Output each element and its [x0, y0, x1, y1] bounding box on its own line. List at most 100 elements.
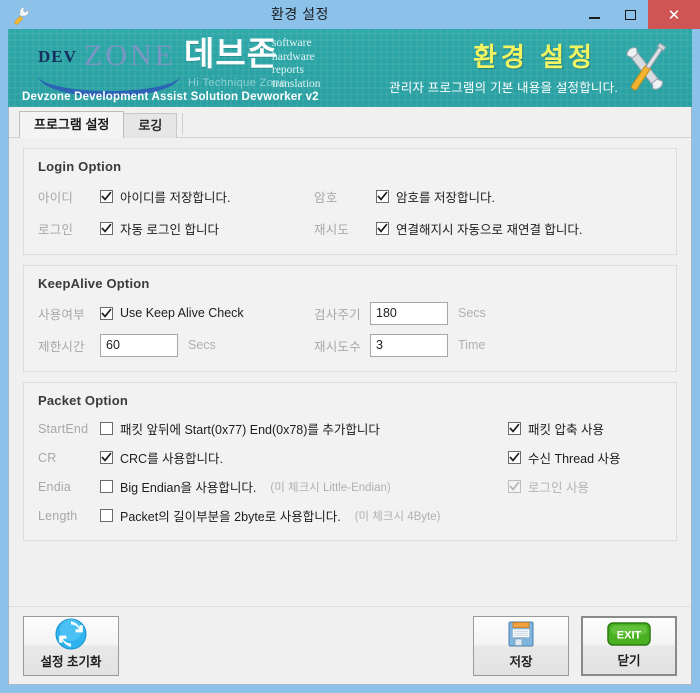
- checkbox-use-keepalive-box: [100, 306, 113, 320]
- packet-row-length: Length Packet의 길이부분을 2byte로 사용합니다. (미 체크…: [38, 501, 662, 530]
- tab-logging[interactable]: 로깅: [123, 113, 178, 138]
- label-startend: StartEnd: [38, 421, 89, 436]
- checkbox-receive-thread-label: 수신 Thread 사용: [528, 452, 621, 466]
- checkbox-startend-box: [100, 422, 113, 435]
- checkbox-startend[interactable]: 패킷 앞뒤에 Start(0x77) End(0x78)를 추가합니다: [100, 419, 380, 438]
- wrench-screwdriver-icon: [606, 37, 686, 103]
- settings-window: 환경 설정 ✕ DEV ZONE 데브존 Hi Technique Zone s…: [0, 0, 700, 693]
- checkbox-crc[interactable]: CRC를 사용합니다.: [100, 448, 223, 467]
- group-keepalive-option-title: KeepAlive Option: [38, 276, 150, 291]
- checkbox-auto-login[interactable]: 자동 로그인 합니다: [100, 219, 219, 238]
- input-timeout[interactable]: [100, 333, 178, 357]
- checkbox-use-login-label: 로그인 사용: [528, 481, 589, 495]
- tab-strip: 프로그램 설정 로깅: [9, 107, 691, 138]
- unit-check-interval: Secs: [458, 306, 486, 320]
- brand-zone-text: ZONE: [84, 39, 176, 72]
- refresh-icon: [54, 617, 88, 651]
- brand-tagline: Devzone Development Assist Solution Devw…: [22, 91, 319, 103]
- exit-icon: EXIT: [606, 618, 652, 650]
- packet-row-startend: StartEnd 패킷 앞뒤에 Start(0x77) End(0x78)를 추…: [38, 414, 662, 443]
- close-button[interactable]: ✕: [648, 0, 700, 29]
- checkbox-save-id[interactable]: 아이디를 저장합니다.: [100, 187, 230, 206]
- checkbox-save-password[interactable]: 암호를 저장합니다.: [376, 187, 495, 206]
- label-cr: CR: [38, 450, 57, 465]
- brand-logo: DEV ZONE 데브존 Hi Technique Zone software …: [16, 33, 336, 105]
- brand-korean-text: 데브존: [184, 35, 279, 72]
- brand-keyword-3: translation: [272, 77, 321, 90]
- save-button[interactable]: 저장: [473, 615, 569, 676]
- checkbox-save-id-box: [100, 189, 113, 203]
- checkbox-packet-compression-label: 패킷 압축 사용: [528, 423, 604, 437]
- checkbox-startend-label: 패킷 앞뒤에 Start(0x77) End(0x78)를 추가합니다: [120, 423, 380, 437]
- label-password: 암호: [314, 190, 338, 205]
- checkbox-save-password-box: [376, 189, 389, 203]
- group-login-option: Login Option 아이디 아이디를 저장합니다. 암호 암호를 저장합니…: [23, 148, 677, 255]
- checkbox-length-2byte[interactable]: Packet의 길이부분을 2byte로 사용합니다.: [100, 506, 341, 525]
- checkbox-big-endian-label: Big Endian을 사용합니다.: [120, 481, 257, 495]
- label-id: 아이디: [38, 190, 74, 205]
- checkbox-use-login-box: [508, 480, 521, 493]
- checkbox-use-keepalive[interactable]: Use Keep Alive Check: [100, 306, 244, 320]
- checkbox-big-endian[interactable]: Big Endian을 사용합니다.: [100, 477, 256, 496]
- settings-panel: Login Option 아이디 아이디를 저장합니다. 암호 암호를 저장합니…: [9, 138, 691, 606]
- label-retry: 재시도: [314, 222, 350, 237]
- tab-divider: [182, 113, 184, 135]
- floppy-disk-icon: [506, 617, 536, 651]
- svg-text:EXIT: EXIT: [617, 629, 642, 641]
- checkbox-crc-label: CRC를 사용합니다.: [120, 452, 224, 466]
- footer-bar: 설정 초기화 저장 EXIT 닫기: [9, 606, 691, 684]
- checkbox-auto-login-box: [100, 221, 113, 235]
- checkbox-receive-thread-box: [508, 451, 521, 464]
- reset-settings-button[interactable]: 설정 초기화: [23, 615, 119, 676]
- input-check-interval[interactable]: [370, 301, 448, 325]
- banner-subtitle: 관리자 프로그램의 기본 내용을 설정합니다.: [389, 81, 618, 95]
- checkbox-big-endian-box: [100, 480, 113, 493]
- brand-keyword-0: software: [272, 37, 312, 49]
- close-dialog-button[interactable]: EXIT 닫기: [581, 615, 677, 676]
- checkbox-receive-thread[interactable]: 수신 Thread 사용: [508, 448, 621, 467]
- wrench-icon: [10, 4, 32, 26]
- brand-dev-text: DEV: [38, 47, 77, 66]
- brand-keyword-1: hardware: [272, 50, 315, 63]
- checkbox-packet-compression-box: [508, 422, 521, 435]
- maximize-icon: [624, 9, 636, 20]
- label-timeout: 제한시간: [38, 339, 85, 354]
- label-check-interval: 검사주기: [314, 307, 361, 322]
- hint-endian: (미 체크시 Little-Endian): [270, 481, 391, 494]
- keepalive-row-timeout: 제한시간 Secs 재시도수 Time: [38, 329, 662, 361]
- hint-length: (미 체크시 4Byte): [354, 510, 441, 523]
- group-packet-option: Packet Option StartEnd 패킷 앞뒤에 Start(0x77…: [23, 382, 677, 541]
- unit-retry-count: Time: [458, 338, 486, 352]
- group-login-option-title: Login Option: [38, 159, 122, 174]
- checkbox-auto-reconnect[interactable]: 연결해지시 자동으로 재연결 합니다.: [376, 219, 582, 238]
- keepalive-row-use: 사용여부 Use Keep Alive Check 검사주기 Secs: [38, 297, 662, 329]
- close-dialog-label: 닫기: [617, 653, 641, 668]
- login-row-id: 아이디 아이디를 저장합니다. 암호 암호를 저장합니다.: [38, 180, 662, 212]
- banner-title: 환경 설정: [473, 42, 596, 72]
- client-area: 프로그램 설정 로깅 Login Option 아이디 아이디를 저장합니다.: [8, 107, 692, 685]
- title-bar: 환경 설정 ✕: [0, 0, 700, 29]
- minimize-icon: [588, 17, 600, 19]
- checkbox-save-id-label: 아이디를 저장합니다.: [120, 190, 231, 205]
- reset-settings-label: 설정 초기화: [40, 654, 102, 669]
- minimize-button[interactable]: [576, 0, 612, 29]
- maximize-button[interactable]: [612, 0, 648, 29]
- packet-row-endian: Endia Big Endian을 사용합니다. (미 체크시 Little-E…: [38, 472, 662, 501]
- checkbox-use-login[interactable]: 로그인 사용: [508, 477, 589, 496]
- checkbox-use-keepalive-label: Use Keep Alive Check: [120, 306, 244, 320]
- checkbox-auto-reconnect-label: 연결해지시 자동으로 재연결 합니다.: [396, 222, 583, 237]
- checkbox-auto-reconnect-box: [376, 221, 389, 235]
- tab-filler: [183, 136, 691, 137]
- checkbox-length-2byte-box: [100, 509, 113, 522]
- checkbox-crc-box: [100, 451, 113, 464]
- login-row-auto: 로그인 자동 로그인 합니다 재시도 연결해지시 자동으로 재연결 합니다.: [38, 212, 662, 244]
- label-endia: Endia: [38, 479, 71, 494]
- checkbox-auto-login-label: 자동 로그인 합니다: [120, 222, 219, 237]
- unit-timeout: Secs: [188, 338, 216, 352]
- input-retry-count[interactable]: [370, 333, 448, 357]
- label-login: 로그인: [38, 222, 74, 237]
- checkbox-length-2byte-label: Packet의 길이부분을 2byte로 사용합니다.: [120, 510, 341, 524]
- tab-program-settings[interactable]: 프로그램 설정: [19, 111, 125, 138]
- brand-keywords: software hardware reports translation: [272, 37, 321, 91]
- checkbox-packet-compression[interactable]: 패킷 압축 사용: [508, 419, 604, 438]
